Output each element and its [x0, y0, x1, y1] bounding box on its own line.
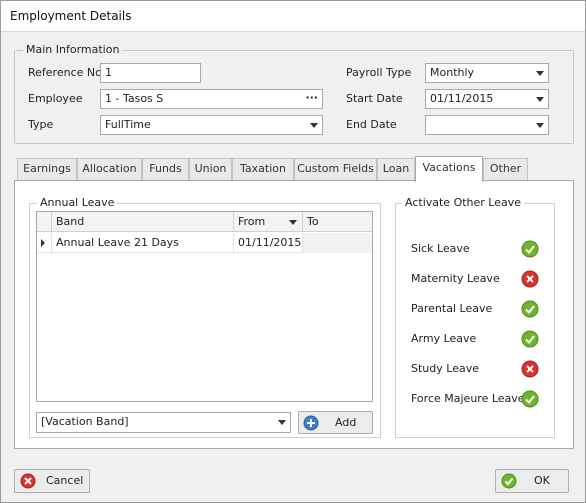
payroll-type-select[interactable]: Monthly — [425, 63, 549, 83]
tab-vacations[interactable]: Vacations — [415, 156, 483, 182]
chevron-down-icon — [536, 71, 544, 76]
leave-label: Parental Leave — [411, 302, 493, 315]
grid-header: Band From To — [37, 212, 372, 232]
reference-no-value: 1 — [105, 66, 112, 79]
table-row[interactable]: Annual Leave 21 Days 01/11/2015 — [37, 233, 372, 253]
employee-value: 1 - Tasos S — [105, 92, 164, 105]
annual-leave-grid[interactable]: Band From To Annual Leave 21 Days 01/11/… — [36, 211, 373, 402]
type-value: FullTime — [105, 118, 151, 131]
employee-lookup-button[interactable]: ··· — [305, 90, 318, 106]
employee-label: Employee — [28, 92, 83, 105]
tab-label: Union — [194, 162, 227, 175]
column-header-label: Band — [56, 215, 85, 228]
column-header-label: To — [307, 215, 319, 228]
add-button[interactable]: Add — [298, 411, 373, 434]
tab-label: Vacations — [422, 161, 476, 174]
tab-label: Custom Fields — [297, 162, 374, 175]
start-date-picker[interactable]: 01/11/2015 — [425, 89, 549, 109]
column-header-to[interactable]: To — [303, 212, 372, 232]
column-header-band[interactable]: Band — [52, 212, 234, 232]
tab-other[interactable]: Other — [483, 158, 528, 180]
chevron-down-icon — [536, 123, 544, 128]
cross-icon[interactable] — [521, 270, 539, 288]
check-icon[interactable] — [521, 330, 539, 348]
type-select[interactable]: FullTime — [100, 115, 323, 135]
tab-label: Earnings — [23, 162, 71, 175]
leave-label: Maternity Leave — [411, 272, 500, 285]
cross-icon[interactable] — [521, 360, 539, 378]
row-pointer-icon — [41, 239, 45, 247]
reference-no-input[interactable]: 1 — [100, 63, 201, 83]
main-information-legend: Main Information — [23, 43, 123, 56]
cancel-icon — [20, 473, 36, 489]
activate-other-leave-legend: Activate Other Leave — [402, 196, 525, 209]
payroll-type-value: Monthly — [430, 66, 475, 79]
start-date-label: Start Date — [346, 92, 403, 105]
chevron-down-icon — [278, 420, 286, 425]
start-date-value: 01/11/2015 — [430, 92, 494, 105]
tab-allocation[interactable]: Allocation — [77, 158, 142, 180]
sort-down-icon — [289, 220, 297, 225]
title-bar: Employment Details — [1, 1, 585, 32]
cell-to[interactable] — [303, 233, 372, 253]
payroll-type-label: Payroll Type — [346, 66, 412, 79]
cell-from[interactable]: 01/11/2015 — [234, 233, 303, 253]
leave-label: Sick Leave — [411, 242, 470, 255]
row-indicator — [37, 233, 52, 253]
add-icon — [303, 415, 319, 431]
cell-band-value: Annual Leave 21 Days — [56, 236, 179, 249]
chevron-down-icon — [310, 123, 318, 128]
annual-leave-legend: Annual Leave — [37, 196, 118, 209]
chevron-down-icon — [536, 97, 544, 102]
leave-label: Force Majeure Leave — [411, 392, 525, 405]
row-indicator-header — [37, 212, 52, 232]
column-header-from[interactable]: From — [234, 212, 303, 232]
column-header-label: From — [238, 215, 266, 228]
cell-band[interactable]: Annual Leave 21 Days — [52, 233, 234, 253]
leave-label: Study Leave — [411, 362, 479, 375]
vacation-band-value: [Vacation Band] — [41, 415, 129, 428]
ok-button-label: OK — [534, 474, 550, 487]
check-icon[interactable] — [521, 300, 539, 318]
tab-earnings[interactable]: Earnings — [17, 158, 77, 180]
tab-label: Taxation — [240, 162, 286, 175]
reference-no-label: Reference No — [28, 66, 102, 79]
add-button-label: Add — [335, 416, 357, 429]
ok-button[interactable]: OK — [495, 469, 569, 493]
tab-label: Other — [489, 162, 522, 175]
check-icon[interactable] — [521, 240, 539, 258]
tab-label: Loan — [382, 162, 410, 175]
tab-label: Funds — [149, 162, 182, 175]
end-date-picker[interactable] — [425, 115, 549, 135]
window-title: Employment Details — [10, 9, 132, 23]
cell-from-value: 01/11/2015 — [238, 236, 302, 249]
vacation-band-select[interactable]: [Vacation Band] — [36, 412, 291, 433]
tab-label: Allocation — [82, 162, 137, 175]
cancel-button[interactable]: Cancel — [14, 469, 90, 493]
employee-field[interactable]: 1 - Tasos S ··· — [100, 89, 323, 109]
cancel-button-label: Cancel — [46, 474, 84, 487]
leave-label: Army Leave — [411, 332, 477, 345]
tab-custom-fields[interactable]: Custom Fields — [294, 158, 377, 180]
tab-funds[interactable]: Funds — [142, 158, 189, 180]
type-label: Type — [28, 118, 54, 131]
tab-union[interactable]: Union — [189, 158, 232, 180]
employment-details-window: Employment Details Main Information Refe… — [0, 0, 586, 503]
tab-loan[interactable]: Loan — [377, 158, 415, 180]
check-icon[interactable] — [521, 390, 539, 408]
tab-taxation[interactable]: Taxation — [232, 158, 294, 180]
check-icon — [501, 473, 517, 489]
end-date-label: End Date — [346, 118, 397, 131]
